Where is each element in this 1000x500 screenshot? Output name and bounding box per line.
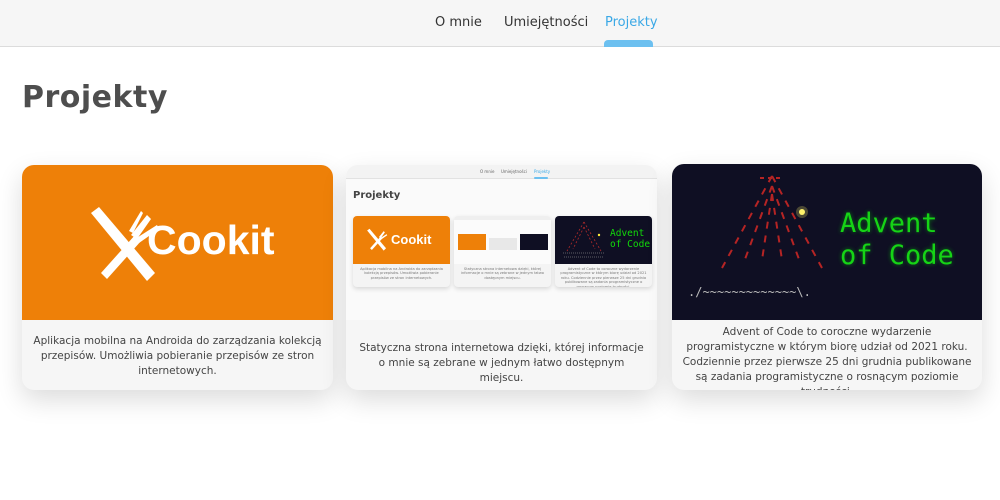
mini-mini-cookit-card [458,234,486,250]
project-description: Advent of Code to coroczne wydarzenie pr… [682,326,972,390]
mini-nav-link-about: O mnie [480,169,495,174]
cookit-logo-text: Cookit [147,217,275,263]
mini-card-description: Advent of Code to coroczne wydarzenie pr… [560,267,647,287]
nav-link-about[interactable]: O mnie [435,15,482,30]
mini-card-description: Aplikacja mobilna na Androida do zarządz… [360,267,443,280]
mini-card-description: Statyczna strona internetowa dzięki, któ… [461,267,544,280]
mini-nav-link-projects: Projekty [534,169,551,174]
mini-aoc-thumbnail: Advent of Code [555,216,652,264]
mini-card-advent-of-code: Advent of Code Advent of Code to coroczn… [555,216,652,287]
mini-christmas-tree-icon [563,221,605,258]
nav-link-projects[interactable]: Projekty [605,15,658,30]
cookit-thumbnail: Cookit [22,165,333,320]
mini-aoc-logo-text: Advent of Code [610,228,651,250]
project-card-cookit[interactable]: Cookit Aplikacja mobilna na Androida do … [22,165,333,390]
project-card-advent-of-code[interactable]: Advent of Code ./~~~~~~~~~~~~~\. ( .",^.… [672,164,982,390]
mini-knife-fork-icon [367,228,388,251]
nav-link-skills[interactable]: Umiejętności [504,15,588,30]
project-description: Statyczna strona internetowa dzięki, któ… [359,342,644,384]
mini-cookit-logo-text: Cookit [391,232,432,247]
active-tab-indicator [604,40,653,47]
mini-active-tab-indicator [534,177,548,179]
top-navigation: O mnie Umiejętności Projekty [0,0,1000,47]
mini-card-cookit: Cookit Aplikacja mobilna na Androida do … [353,216,450,287]
mini-mini-aoc-card [520,234,548,250]
advent-of-code-logo-text: Advent of Code [840,208,954,271]
website-thumbnail: O mnie Umiejętności Projekty Projekty Co… [346,165,657,320]
mini-nav-link-skills: Umiejętności [501,169,527,174]
mini-card-website: Statyczna strona internetowa dzięki, któ… [454,216,551,287]
mini-page-title: Projekty [353,190,401,201]
mini-navigation: O mnie Umiejętności Projekty [346,165,657,179]
project-description: Aplikacja mobilna na Androida do zarządz… [33,335,322,377]
mini-mini-nav [454,216,551,220]
mini-mini-website-card [489,238,517,250]
christmas-tree-icon [721,175,823,269]
advent-of-code-thumbnail: Advent of Code ./~~~~~~~~~~~~~\. ( .",^.… [672,164,982,320]
ascii-art-base: ./~~~~~~~~~~~~~\. ( .",^. -". '.~ ) '~~~… [688,285,811,299]
mini-cookit-thumbnail: Cookit [353,216,450,264]
page-title: Projekty [22,80,168,115]
mini-website-thumbnail [454,216,551,264]
project-card-website[interactable]: O mnie Umiejętności Projekty Projekty Co… [346,165,657,390]
